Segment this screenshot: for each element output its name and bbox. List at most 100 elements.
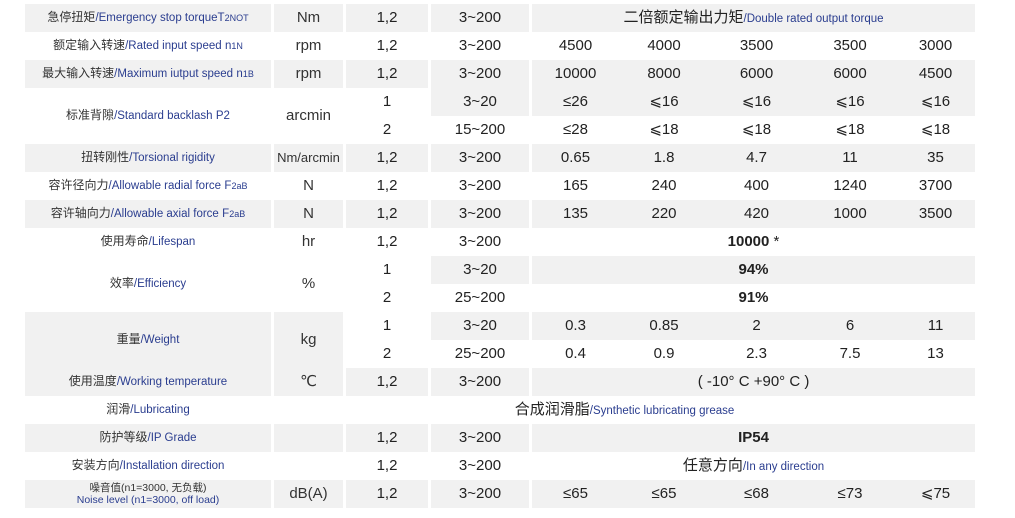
ratio-cell: 3~200	[431, 32, 532, 60]
value-cell: ⩽16	[709, 88, 804, 116]
merged-value-cell: 二倍额定输出力矩/Double rated output torque	[532, 4, 976, 32]
unit-cell	[274, 424, 346, 452]
value-cell: ⩽18	[804, 116, 896, 144]
unit-cell: ℃	[274, 368, 346, 396]
value-cell: 1240	[804, 172, 896, 200]
value-cell: ⩽18	[619, 116, 709, 144]
value-cell: 3500	[896, 200, 976, 228]
value-cell: 4500	[532, 32, 619, 60]
value-cell: 4000	[619, 32, 709, 60]
param-label: 扭转刚性/Torsional rigidity	[25, 144, 274, 172]
unit-cell: arcmin	[274, 88, 346, 144]
param-label: 最大输入转速/Maximum iutput speed n1B	[25, 60, 274, 88]
unit-cell: %	[274, 256, 346, 312]
value-cell: 6	[804, 312, 896, 340]
stage-cell: 1,2	[346, 480, 431, 508]
merged-value-cell: 合成润滑脂/Synthetic lubricating grease	[274, 396, 976, 424]
param-label: 容许径向力/Allowable radial force F2aB	[25, 172, 274, 200]
value-cell: 7.5	[804, 340, 896, 368]
value-cell: 0.65	[532, 144, 619, 172]
unit-cell: N	[274, 172, 346, 200]
param-label: 使用寿命/Lifespan	[25, 228, 274, 256]
unit-cell: hr	[274, 228, 346, 256]
stage-cell: 2	[346, 340, 431, 368]
stage-cell: 1,2	[346, 144, 431, 172]
stage-cell: 1,2	[346, 172, 431, 200]
unit-cell	[274, 452, 346, 480]
param-label: 噪音值(n1=3000, 无负载) Noise level (n1=3000, o…	[25, 480, 274, 508]
value-cell: 3500	[709, 32, 804, 60]
param-label: 重量/Weight	[25, 312, 274, 368]
spec-table: 急停扭矩/Emergency stop torqueT2NOT Nm 1,2 3…	[25, 4, 976, 508]
value-cell: ≤28	[532, 116, 619, 144]
ratio-cell: 3~200	[431, 172, 532, 200]
ratio-cell: 3~20	[431, 256, 532, 284]
value-cell: 3000	[896, 32, 976, 60]
param-label: 润滑/Lubricating	[25, 396, 274, 424]
ratio-cell: 3~200	[431, 4, 532, 32]
merged-value-cell: IP54	[532, 424, 976, 452]
ratio-cell: 3~200	[431, 368, 532, 396]
unit-cell: rpm	[274, 32, 346, 60]
ratio-cell: 3~200	[431, 452, 532, 480]
value-cell: ⩽16	[804, 88, 896, 116]
value-cell: 2	[709, 312, 804, 340]
table-row: 润滑/Lubricating 合成润滑脂/Synthetic lubricati…	[25, 396, 976, 424]
table-row: 扭转刚性/Torsional rigidity Nm/arcmin 1,2 3~…	[25, 144, 976, 172]
value-cell: 6000	[804, 60, 896, 88]
table-row: 使用温度/Working temperature ℃ 1,2 3~200 ( -…	[25, 368, 976, 396]
value-cell: 220	[619, 200, 709, 228]
table-row: 噪音值(n1=3000, 无负载) Noise level (n1=3000, o…	[25, 480, 976, 508]
value-cell: 420	[709, 200, 804, 228]
value-cell: ≤68	[709, 480, 804, 508]
stage-cell: 2	[346, 284, 431, 312]
value-cell: ≤65	[619, 480, 709, 508]
stage-cell: 1,2	[346, 60, 431, 88]
value-cell: 10000	[532, 60, 619, 88]
value-cell: 3700	[896, 172, 976, 200]
unit-cell: Nm/arcmin	[274, 144, 346, 172]
merged-value-cell: 94%	[532, 256, 976, 284]
value-cell: 165	[532, 172, 619, 200]
value-cell: ≤26	[532, 88, 619, 116]
value-cell: 35	[896, 144, 976, 172]
value-cell: 0.9	[619, 340, 709, 368]
stage-cell: 1,2	[346, 368, 431, 396]
table-row: 使用寿命/Lifespan hr 1,2 3~200 10000 *	[25, 228, 976, 256]
unit-cell: Nm	[274, 4, 346, 32]
value-cell: 2.3	[709, 340, 804, 368]
value-cell: 6000	[709, 60, 804, 88]
merged-value-cell: 任意方向/In any direction	[532, 452, 976, 480]
stage-cell: 2	[346, 116, 431, 144]
table-row: 容许轴向力/Allowable axial force F2aB N 1,2 3…	[25, 200, 976, 228]
param-label: 使用温度/Working temperature	[25, 368, 274, 396]
param-label: 急停扭矩/Emergency stop torqueT2NOT	[25, 4, 274, 32]
value-cell: 1000	[804, 200, 896, 228]
value-cell: 3500	[804, 32, 896, 60]
value-cell: 240	[619, 172, 709, 200]
value-cell: 400	[709, 172, 804, 200]
param-label: 标准背隙/Standard backlash P2	[25, 88, 274, 144]
value-cell: ⩽16	[896, 88, 976, 116]
value-cell: 8000	[619, 60, 709, 88]
ratio-cell: 3~200	[431, 60, 532, 88]
table-row: 额定输入转速/Rated input speed n1N rpm 1,2 3~2…	[25, 32, 976, 60]
unit-cell: kg	[274, 312, 346, 368]
merged-value-cell: 10000 *	[532, 228, 976, 256]
table-row: 重量/Weight kg 1 3~20 0.3 0.85 2 6 11	[25, 312, 976, 368]
value-cell: ≤65	[532, 480, 619, 508]
stage-cell: 1	[346, 88, 431, 116]
table-row: 急停扭矩/Emergency stop torqueT2NOT Nm 1,2 3…	[25, 4, 976, 32]
stage-cell: 1,2	[346, 228, 431, 256]
value-cell: 4.7	[709, 144, 804, 172]
value-cell: 11	[804, 144, 896, 172]
value-cell: ⩽16	[619, 88, 709, 116]
param-label: 额定输入转速/Rated input speed n1N	[25, 32, 274, 60]
ratio-cell: 15~200	[431, 116, 532, 144]
param-label: 容许轴向力/Allowable axial force F2aB	[25, 200, 274, 228]
ratio-cell: 3~200	[431, 228, 532, 256]
value-cell: 4500	[896, 60, 976, 88]
ratio-cell: 25~200	[431, 284, 532, 312]
stage-cell: 1,2	[346, 32, 431, 60]
ratio-cell: 3~200	[431, 200, 532, 228]
